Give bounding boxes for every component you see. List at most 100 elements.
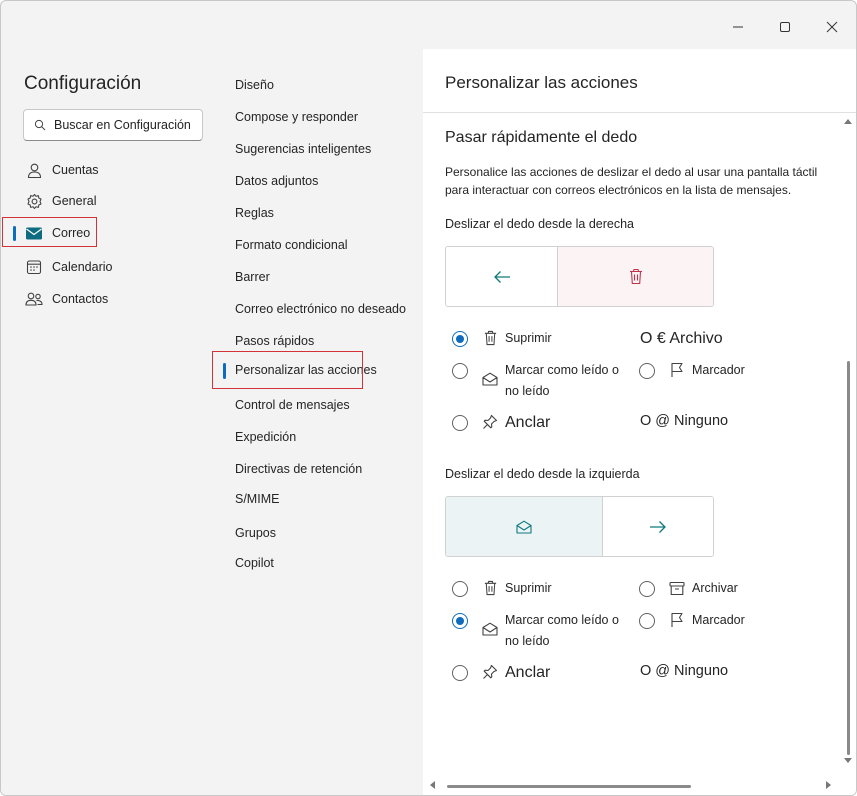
option-label: no leído [505, 384, 550, 398]
scroll-right-icon[interactable] [826, 781, 832, 789]
sidebar-item-cuentas[interactable]: Cuentas [1, 155, 220, 185]
left-option-delete[interactable]: Suprimir [452, 580, 552, 599]
sidebar-item-contactos[interactable]: Contactos [1, 284, 220, 314]
menu-item-no-deseado[interactable]: Correo electrónico no deseado [235, 298, 406, 320]
minimize-button[interactable] [715, 11, 761, 43]
menu-item-diseno[interactable]: Diseño [235, 74, 274, 96]
divider [423, 112, 856, 113]
option-label: Archivar [692, 581, 738, 595]
mail-read-icon [482, 371, 498, 387]
option-label: Marcador [692, 613, 745, 627]
option-label: Marcador [692, 363, 745, 377]
option-label-wrap: Marcar como leído o no leído [505, 360, 619, 402]
radio-button[interactable] [639, 613, 655, 629]
option-label: O € Archivo [640, 330, 723, 347]
right-option-flag[interactable]: Marcador [639, 362, 745, 381]
option-label: Suprimir [505, 581, 552, 595]
option-label: Marcar como leído o [505, 613, 619, 627]
left-option-none[interactable]: O @ Ninguno [640, 663, 728, 679]
sidebar-item-calendario[interactable]: Calendario [1, 252, 220, 282]
option-label: Marcar como leído o [505, 363, 619, 377]
radio-button[interactable] [452, 331, 468, 347]
mail-icon [25, 224, 43, 242]
menu-item-grupos[interactable]: Grupos [235, 522, 276, 544]
option-label: O @ Ninguno [640, 413, 729, 429]
left-swipe-label: Deslizar el dedo desde la izquierda [445, 467, 640, 481]
radio-button[interactable] [452, 363, 468, 379]
content-pane: Personalizar las acciones Pasar rápidame… [423, 49, 856, 795]
flag-icon [669, 362, 685, 378]
left-option-pin[interactable]: Anclar [452, 664, 550, 683]
right-option-archive[interactable]: O € Archivo [640, 330, 723, 348]
menu-item-personalizar-acciones[interactable]: Personalizar las acciones [223, 359, 377, 381]
maximize-icon [780, 22, 790, 32]
radio-button[interactable] [452, 665, 468, 681]
settings-nav: Configuración Cuentas General Correo [1, 49, 220, 795]
menu-item-label: Personalizar las acciones [235, 363, 377, 377]
search-box[interactable] [23, 109, 203, 141]
radio-button[interactable] [452, 613, 468, 629]
right-swipe-preview [445, 246, 714, 307]
menu-item-sugerencias[interactable]: Sugerencias inteligentes [235, 138, 371, 160]
preview-action-side [446, 497, 603, 556]
option-label: no leído [505, 634, 550, 648]
scroll-left-icon[interactable] [429, 781, 435, 789]
close-icon [826, 21, 838, 33]
mail-read-icon [482, 621, 498, 637]
menu-item-pasos-rapidos[interactable]: Pasos rápidos [235, 330, 314, 352]
delete-icon [482, 580, 498, 596]
content-title: Personalizar las acciones [445, 73, 638, 92]
active-indicator [223, 363, 226, 379]
preview-message-side [603, 497, 713, 556]
scroll-up-icon[interactable] [844, 118, 852, 124]
radio-button[interactable] [452, 581, 468, 597]
right-option-none[interactable]: O @ Ninguno [640, 413, 728, 429]
search-input[interactable] [54, 118, 194, 132]
right-option-delete[interactable]: Suprimir [452, 330, 552, 349]
menu-item-compose[interactable]: Compose y responder [235, 106, 358, 128]
left-option-mark-read[interactable]: Marcar como leído o no leído [452, 612, 619, 652]
radio-button[interactable] [639, 581, 655, 597]
left-option-flag[interactable]: Marcador [639, 612, 745, 631]
gear-icon [25, 192, 43, 210]
people-icon [25, 290, 43, 308]
menu-item-datos-adjuntos[interactable]: Datos adjuntos [235, 170, 318, 192]
preview-action-side [558, 247, 713, 306]
arrow-right-icon [650, 520, 666, 533]
option-label: Anclar [505, 414, 551, 431]
menu-item-barrer[interactable]: Barrer [235, 266, 270, 288]
sidebar-item-general[interactable]: General [1, 186, 220, 216]
mail-read-icon [516, 520, 532, 534]
pin-icon [482, 414, 498, 430]
maximize-button[interactable] [762, 11, 808, 43]
menu-item-copilot[interactable]: Copilot [235, 552, 274, 574]
option-label: O @ Ninguno [640, 663, 729, 679]
menu-item-control-mensajes[interactable]: Control de mensajes [235, 394, 350, 416]
option-label: Suprimir [505, 331, 552, 345]
scroll-down-icon[interactable] [844, 758, 852, 764]
horizontal-scrollbar[interactable] [447, 785, 691, 788]
menu-item-smime[interactable]: S/MIME [235, 488, 279, 510]
preview-message-side [446, 247, 558, 306]
sidebar-item-label: Cuentas [52, 163, 99, 177]
arrow-left-icon [493, 270, 510, 283]
close-button[interactable] [809, 11, 855, 43]
left-option-archive[interactable]: Archivar [639, 580, 738, 599]
right-option-mark-read[interactable]: Marcar como leído o no leído [452, 362, 619, 402]
sidebar-item-label: Correo [52, 226, 91, 240]
menu-item-formato-condicional[interactable]: Formato condicional [235, 234, 348, 256]
section-title: Pasar rápidamente el dedo [445, 129, 638, 146]
option-label: Anclar [505, 664, 551, 681]
left-swipe-preview [445, 496, 714, 557]
menu-item-expedicion[interactable]: Expedición [235, 426, 296, 448]
sidebar-item-correo[interactable]: Correo [1, 218, 220, 248]
person-icon [25, 161, 43, 179]
right-option-pin[interactable]: Anclar [452, 414, 550, 433]
menu-item-reglas[interactable]: Reglas [235, 202, 274, 224]
menu-item-directivas[interactable]: Directivas de retención [235, 458, 362, 480]
radio-button[interactable] [639, 363, 655, 379]
sidebar-item-label: General [52, 194, 97, 208]
vertical-scrollbar[interactable] [847, 361, 850, 755]
page-title: Configuración [24, 73, 142, 94]
radio-button[interactable] [452, 415, 468, 431]
